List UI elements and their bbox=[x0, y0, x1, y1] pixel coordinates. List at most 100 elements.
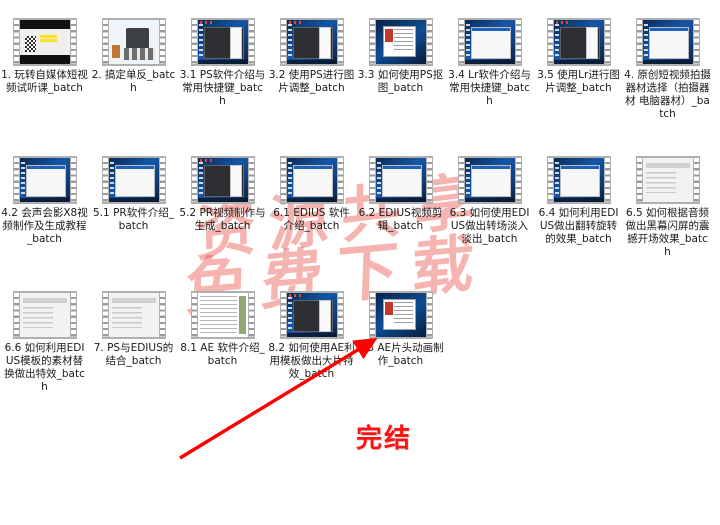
film-strip-thumbnail[interactable] bbox=[368, 156, 433, 204]
thumbnail-image bbox=[553, 20, 604, 64]
film-strip-thumbnail[interactable] bbox=[101, 291, 166, 339]
file-name-label: 3.5 使用Lr进行图片调整_batch bbox=[537, 69, 620, 94]
file-name-label: 3.4 Lr软件介绍与常用快捷键_batch bbox=[448, 69, 531, 107]
thumbnail-image bbox=[375, 293, 426, 337]
film-strip-thumbnail[interactable] bbox=[279, 291, 344, 339]
file-item[interactable]: 5.2 PR视频制作与生成_batch bbox=[178, 156, 267, 233]
film-strip-thumbnail[interactable] bbox=[12, 291, 77, 339]
thumbnail-image bbox=[197, 293, 248, 337]
taskbar bbox=[197, 60, 248, 64]
finish-label: 完结 bbox=[356, 424, 413, 454]
browser-page bbox=[382, 26, 416, 58]
file-item[interactable]: 3.3 如何使用PS抠图_batch bbox=[356, 18, 445, 95]
browser-page bbox=[382, 299, 416, 331]
taskbar bbox=[553, 60, 604, 64]
file-item[interactable]: 6.6 如何利用EDIUS模板的素材替换做出特效_batch bbox=[0, 291, 89, 394]
film-strip-thumbnail[interactable] bbox=[190, 156, 255, 204]
file-item[interactable]: 6.4 如何利用EDIUS做出翻转旋转的效果_batch bbox=[534, 156, 623, 246]
thumbnail-image bbox=[19, 293, 70, 337]
film-strip-thumbnail[interactable] bbox=[12, 18, 77, 66]
camera-shape bbox=[125, 27, 149, 50]
file-item[interactable]: 4. 原创短视频拍摄器材选择（拍摄器材 电脑器材）_batch bbox=[623, 18, 712, 121]
app-side-pane bbox=[229, 27, 242, 59]
thumbnail-image bbox=[19, 158, 70, 202]
app-side-pane bbox=[229, 165, 242, 197]
file-item[interactable]: 6.3 如何使用EDIUS做出转场淡入淡出_batch bbox=[445, 156, 534, 246]
thumbnail-image bbox=[19, 20, 70, 64]
desktop-icon-column bbox=[554, 23, 559, 59]
taskbar bbox=[375, 198, 426, 202]
thumbnail-image bbox=[375, 20, 426, 64]
file-name-label: 3.2 使用PS进行图片调整_batch bbox=[268, 69, 355, 94]
film-strip-thumbnail[interactable] bbox=[635, 18, 700, 66]
desktop-icon-column bbox=[376, 161, 381, 197]
file-name-label: 2. 搞定单反_batch bbox=[91, 69, 176, 94]
file-item[interactable]: 3.2 使用PS进行图片调整_batch bbox=[267, 18, 356, 95]
file-item[interactable]: 3.5 使用Lr进行图片调整_batch bbox=[534, 18, 623, 95]
taskbar bbox=[464, 198, 515, 202]
page-text-lines bbox=[394, 302, 413, 325]
file-item[interactable]: 6.5 如何根据音频做出黑幕闪屏的震撼开场效果_batch bbox=[623, 156, 712, 259]
thumbnail-image bbox=[464, 20, 515, 64]
desktop-icon-column bbox=[287, 23, 292, 59]
file-name-label: 5.1 PR软件介绍_batch bbox=[93, 207, 174, 232]
file-item[interactable]: 2. 搞定单反_batch bbox=[89, 18, 178, 95]
desktop-icon-column bbox=[287, 161, 292, 197]
file-item[interactable]: 7. PS与EDIUS的结合_batch bbox=[89, 291, 178, 368]
file-item[interactable]: 3.1 PS软件介绍与常用快捷键_batch bbox=[178, 18, 267, 108]
app-side-pane bbox=[585, 27, 598, 59]
film-strip-thumbnail[interactable] bbox=[190, 291, 255, 339]
window-titlebar bbox=[293, 166, 332, 169]
file-item[interactable]: 6.2 EDIUS视频剪辑_batch bbox=[356, 156, 445, 233]
file-item[interactable]: 4.2 会声会影X8视频制作及生成教程_batch bbox=[0, 156, 89, 246]
thumbnail-image bbox=[108, 20, 159, 64]
file-item[interactable]: 3.4 Lr软件介绍与常用快捷键_batch bbox=[445, 18, 534, 108]
film-strip-thumbnail[interactable] bbox=[546, 18, 611, 66]
thumbnail-image bbox=[286, 158, 337, 202]
file-name-label: 6.6 如何利用EDIUS模板的素材替换做出特效_batch bbox=[4, 342, 85, 393]
file-item[interactable]: 8.1 AE 软件介绍_batch bbox=[178, 291, 267, 368]
thumb-band-bottom bbox=[19, 55, 70, 64]
desktop-icon-column bbox=[109, 161, 114, 197]
taskbar bbox=[464, 60, 515, 64]
window-titlebar bbox=[471, 166, 510, 169]
file-item[interactable]: 5.1 PR软件介绍_batch bbox=[89, 156, 178, 233]
film-strip-thumbnail[interactable] bbox=[190, 18, 255, 66]
file-name-label: 8.3 AE片头动画制作_batch bbox=[357, 342, 444, 367]
film-strip-thumbnail[interactable] bbox=[279, 156, 344, 204]
file-item[interactable]: 6.1 EDIUS 软件介绍_batch bbox=[267, 156, 356, 233]
file-item[interactable]: 1. 玩转自媒体短视频试听课_batch bbox=[0, 18, 89, 95]
chair-shape bbox=[111, 44, 120, 58]
film-strip-thumbnail[interactable] bbox=[457, 156, 522, 204]
film-strip-thumbnail[interactable] bbox=[101, 18, 166, 66]
taskbar bbox=[553, 198, 604, 202]
file-name-label: 6.4 如何利用EDIUS做出翻转旋转的效果_batch bbox=[538, 207, 619, 245]
film-strip-thumbnail[interactable] bbox=[12, 156, 77, 204]
thumbnail-image bbox=[464, 158, 515, 202]
window-titlebar bbox=[560, 166, 599, 169]
window-titlebar bbox=[382, 166, 421, 169]
file-item[interactable]: 8.3 AE片头动画制作_batch bbox=[356, 291, 445, 368]
file-name-label: 6.5 如何根据音频做出黑幕闪屏的震撼开场效果_batch bbox=[625, 207, 710, 258]
thumbnail-image bbox=[642, 20, 693, 64]
app-window bbox=[25, 165, 66, 197]
app-window bbox=[648, 27, 689, 59]
taskbar bbox=[286, 198, 337, 202]
thumbnail-image bbox=[197, 158, 248, 202]
file-name-label: 1. 玩转自媒体短视频试听课_batch bbox=[1, 69, 88, 94]
film-strip-thumbnail[interactable] bbox=[279, 18, 344, 66]
desktop-icon-column bbox=[198, 23, 203, 59]
file-name-label: 3.1 PS软件介绍与常用快捷键_batch bbox=[179, 69, 266, 107]
taskbar bbox=[286, 60, 337, 64]
highlight-bar bbox=[39, 39, 57, 43]
window-titlebar bbox=[115, 166, 154, 169]
film-strip-thumbnail[interactable] bbox=[368, 291, 433, 339]
film-strip-thumbnail[interactable] bbox=[101, 156, 166, 204]
film-strip-thumbnail[interactable] bbox=[635, 156, 700, 204]
film-strip-thumbnail[interactable] bbox=[546, 156, 611, 204]
file-item[interactable]: 8.2 如何使用AE利用模板做出大片特效_batch bbox=[267, 291, 356, 381]
film-strip-thumbnail[interactable] bbox=[457, 18, 522, 66]
taskbar bbox=[286, 333, 337, 337]
app-window bbox=[470, 165, 511, 197]
film-strip-thumbnail[interactable] bbox=[368, 18, 433, 66]
